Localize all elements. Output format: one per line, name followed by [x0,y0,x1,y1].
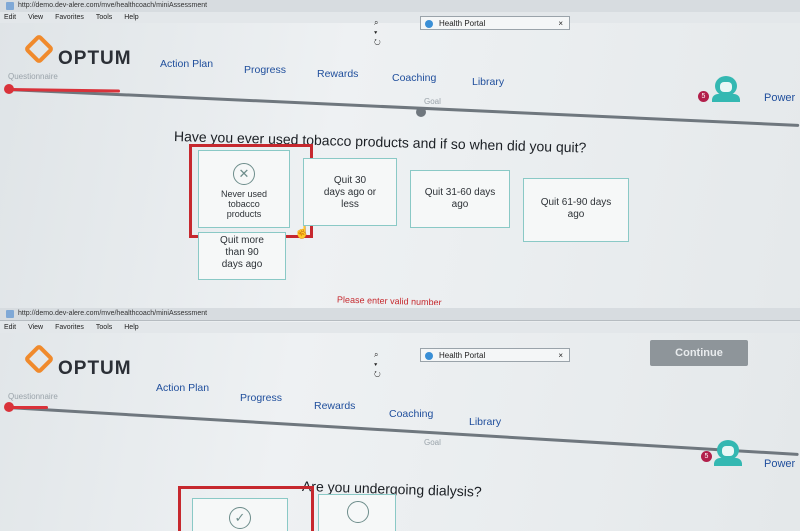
address-controls[interactable]: ⌕ ▾ ↻ [374,18,384,48]
selected-outline [178,486,314,531]
address-url[interactable]: http://demo.dev-alere.com/mve/healthcoac… [18,310,207,317]
avatar-face [720,82,732,92]
progress-start-label: Questionnaire [8,72,58,81]
tab-title: Health Portal [439,351,486,360]
option-quit-more-than-90[interactable]: Quit more than 90 days ago [198,232,286,280]
nav-rewards[interactable]: Rewards [314,400,355,412]
progress-fill [8,406,48,409]
browser-window-top: http://demo.dev-alere.com/mve/healthcoac… [0,0,800,305]
hand-cursor-icon: ☝ [294,224,311,239]
nav-library[interactable]: Library [469,416,501,428]
notification-badge[interactable]: 5 [701,451,712,462]
nav-coaching[interactable]: Coaching [392,72,436,84]
menu-help[interactable]: Help [124,12,138,23]
menu-bar: Edit View Favorites Tools Help [0,12,800,23]
progress-start-dot [4,84,14,94]
notification-badge[interactable]: 5 [698,91,709,102]
menu-tools[interactable]: Tools [96,322,112,333]
avatar-face [722,446,734,456]
power-label[interactable]: Power [764,458,795,470]
tab-health-portal[interactable]: Health Portal × [420,348,570,362]
nav-rewards[interactable]: Rewards [317,68,358,80]
progress-goal-dot [416,107,426,117]
option-label: Quit 31-60 days ago [424,187,496,210]
option-label: Quit 61-90 days ago [540,197,612,220]
logo-text: OPTUM [58,358,132,379]
page-icon [6,2,14,10]
logo-text: OPTUM [58,48,132,69]
option-label: Quit 30 days ago or less [323,175,377,210]
nav-library[interactable]: Library [472,76,504,88]
progress-start-label: Questionnaire [8,392,58,401]
avatar[interactable] [712,76,740,102]
option-no[interactable] [318,494,396,531]
option-quit-61-90[interactable]: Quit 61-90 days ago [523,178,629,242]
menu-tools[interactable]: Tools [96,12,112,23]
tab-title: Health Portal [439,19,486,28]
progress-start-dot [4,402,14,412]
option-label: Quit more than 90 days ago [220,235,264,270]
browser-icon [425,352,433,360]
option-quit-30[interactable]: Quit 30 days ago or less [303,158,397,226]
logo-mark-icon [23,33,55,65]
close-circle-icon [347,501,369,523]
close-tab-icon[interactable]: × [558,349,563,362]
address-bar[interactable]: http://demo.dev-alere.com/mve/healthcoac… [0,308,800,321]
nav-action-plan[interactable]: Action Plan [160,58,213,70]
menu-view[interactable]: View [28,12,43,23]
menu-favorites[interactable]: Favorites [55,322,84,333]
avatar-body [714,458,742,466]
nav-action-plan[interactable]: Action Plan [156,382,209,394]
nav-progress[interactable]: Progress [244,64,286,76]
avatar[interactable] [714,440,742,466]
logo-mark-icon [23,343,55,375]
menu-view[interactable]: View [28,322,43,333]
nav-progress[interactable]: Progress [240,392,282,404]
menu-bar: Edit View Favorites Tools Help [0,322,800,333]
progress-goal-label: Goal [424,97,441,106]
address-url[interactable]: http://demo.dev-alere.com/mve/healthcoac… [18,2,207,9]
close-tab-icon[interactable]: × [558,17,563,30]
menu-edit[interactable]: Edit [4,12,16,23]
tab-health-portal[interactable]: Health Portal × [420,16,570,30]
monitor-screen: http://demo.dev-alere.com/mve/healthcoac… [0,0,800,531]
address-controls[interactable]: ⌕ ▾ ↻ [374,350,384,380]
menu-favorites[interactable]: Favorites [55,12,84,23]
progress-goal-label: Goal [424,438,441,447]
progress-track [7,88,800,127]
browser-window-bottom: http://demo.dev-alere.com/mve/healthcoac… [0,302,800,531]
avatar-body [712,94,740,102]
menu-help[interactable]: Help [124,322,138,333]
page-icon [6,310,14,318]
power-label[interactable]: Power [764,92,795,104]
nav-coaching[interactable]: Coaching [389,408,433,420]
option-quit-31-60[interactable]: Quit 31-60 days ago [410,170,510,228]
menu-edit[interactable]: Edit [4,322,16,333]
browser-icon [425,20,433,28]
